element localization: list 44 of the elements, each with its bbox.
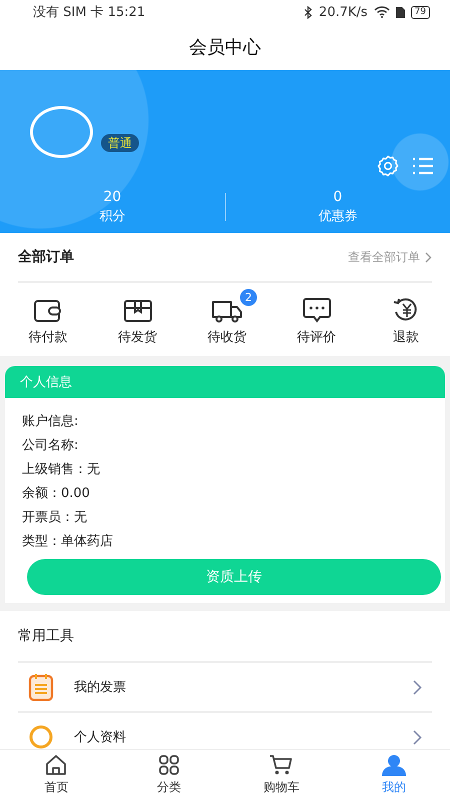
status-time: 没有 SIM 卡 15:21 (33, 4, 146, 21)
settings-icon[interactable] (376, 154, 400, 178)
info-field: 开票员：无 (22, 508, 445, 527)
section-title: 常用工具 (18, 611, 432, 663)
home-icon (45, 754, 68, 776)
info-field: 账户信息: (22, 412, 445, 431)
battery-level: 79 (410, 6, 430, 18)
tool-list-item[interactable]: 我的发票 (18, 663, 432, 713)
ring-icon (28, 723, 54, 749)
truck-icon (211, 299, 243, 323)
sim-icon (396, 6, 405, 18)
box-icon (122, 299, 152, 323)
chevron-icon (413, 730, 422, 744)
section-title: 全部订单 (18, 248, 74, 266)
wallet-icon (33, 299, 63, 323)
count-badge: 2 (240, 289, 257, 306)
avatar[interactable] (30, 106, 93, 158)
chevron-icon (413, 680, 422, 694)
order-status-item[interactable]: 退款 (374, 287, 438, 346)
info-field: 上级销售：无 (22, 460, 445, 479)
order-status-item[interactable]: 2 待收货 (195, 287, 259, 346)
page-title: 会员中心 (189, 36, 261, 59)
chevron-icon (425, 252, 432, 262)
tab-bar-item[interactable]: 分类 (112, 750, 225, 800)
tab-bar-item[interactable]: 购物车 (225, 750, 338, 800)
card-title: 个人信息 (20, 374, 72, 391)
order-status-item[interactable]: 待评价 (284, 287, 348, 346)
member-level-badge: 普通 (101, 134, 139, 152)
network-speed: 20.7K/s (318, 4, 368, 20)
notepad-icon (28, 673, 54, 701)
chat-icon (302, 297, 332, 323)
info-field: 余额：0.00 (22, 484, 445, 503)
grid-icon (158, 754, 180, 776)
bluetooth-icon (304, 6, 313, 18)
tab-bar-item[interactable]: 首页 (0, 750, 112, 800)
order-status-item[interactable]: 待发货 (106, 287, 170, 346)
info-field: 类型：单体药店 (22, 532, 445, 551)
wifi-icon (374, 6, 390, 18)
tab-bar-item[interactable]: 我的 (338, 750, 450, 800)
cart-icon (269, 754, 294, 776)
menu-icon[interactable] (412, 156, 434, 176)
order-status-item[interactable]: 待付款 (16, 287, 80, 346)
user-icon (380, 754, 407, 776)
info-field: 公司名称: (22, 436, 445, 455)
